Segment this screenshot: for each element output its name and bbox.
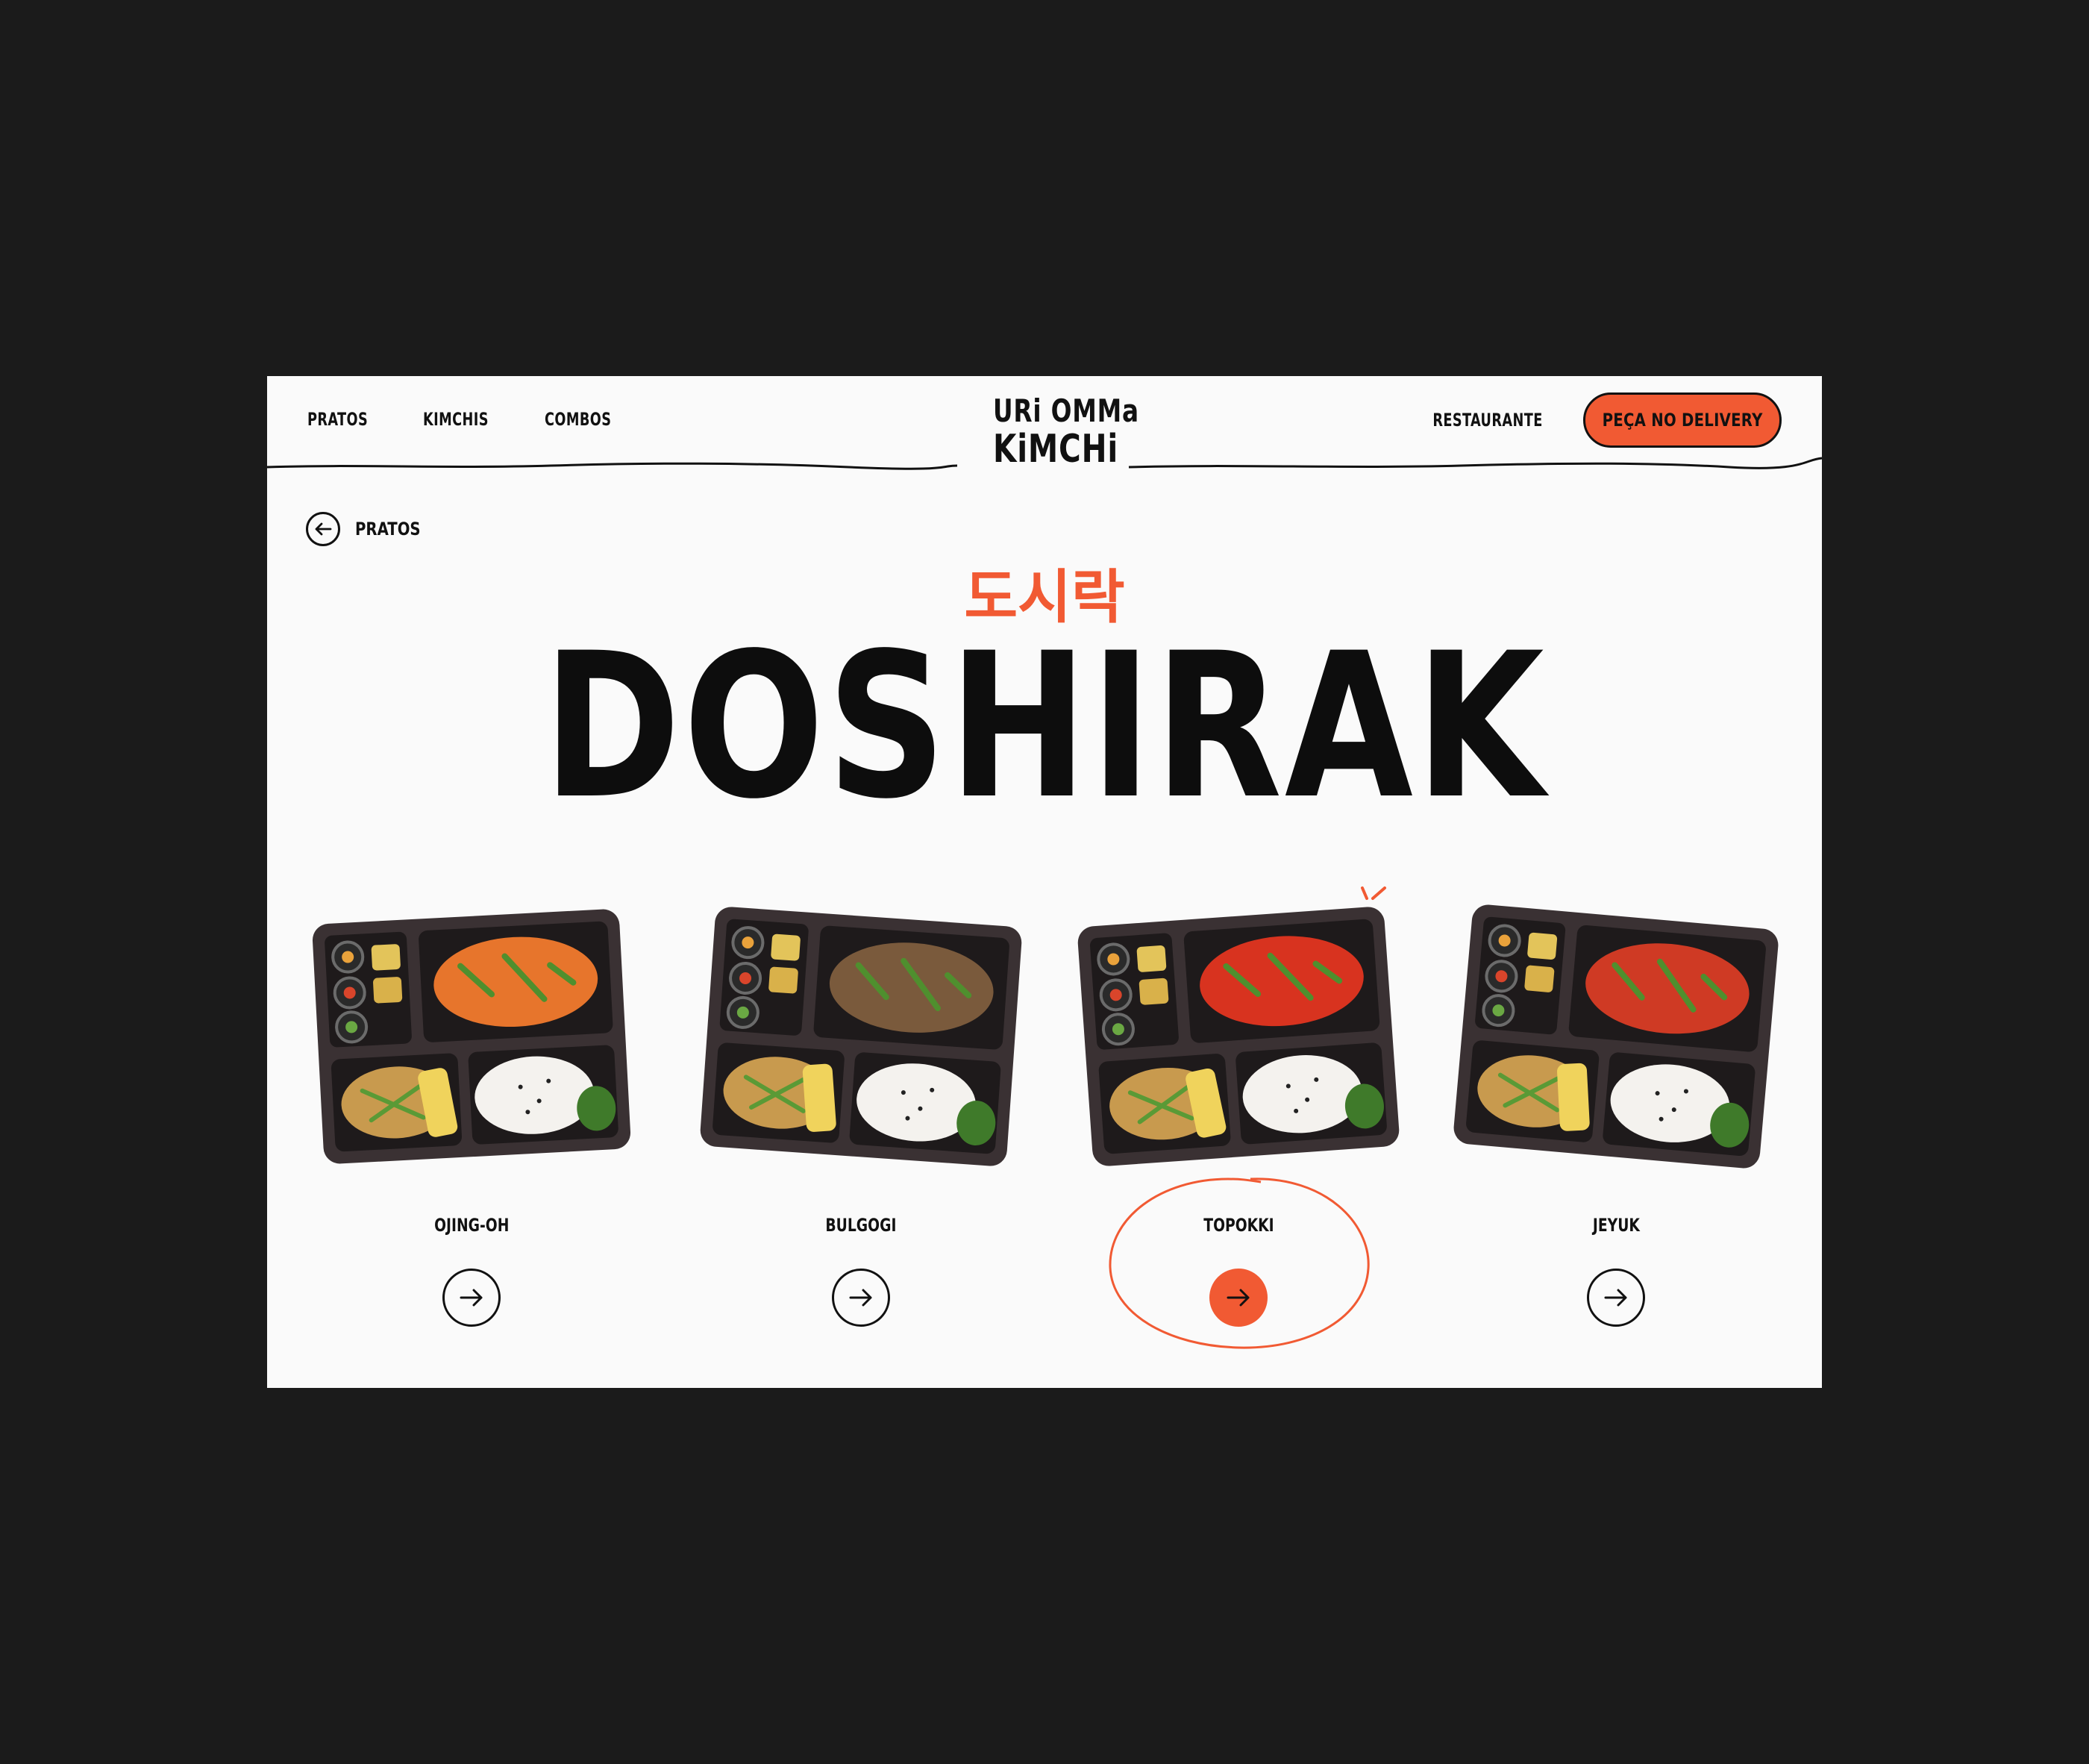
- arrow-right-icon: [849, 1289, 872, 1307]
- secondary-nav: RESTAURANTE PEÇA NO DELIVERY: [1409, 392, 1782, 448]
- product-arrow-button-1[interactable]: [442, 1269, 501, 1327]
- nav-link-pratos[interactable]: PRATOS: [307, 409, 368, 430]
- product-name-text-1: OJING-OH: [433, 1215, 510, 1236]
- bento-box-image-1[interactable]: [307, 898, 636, 1175]
- back-link[interactable]: PRATOS: [306, 512, 435, 546]
- nav-link-restaurante[interactable]: RESTAURANTE: [1433, 410, 1543, 431]
- nav-link-combos[interactable]: COMBOS: [545, 409, 611, 430]
- page-title-text: DOSHIRAK: [542, 610, 1547, 843]
- logo-line-1: URi OMMa: [993, 392, 1139, 429]
- arrow-right-icon: [460, 1289, 483, 1307]
- product-arrow-button-4[interactable]: [1587, 1269, 1645, 1327]
- product-name-3[interactable]: TOPOKKI: [1127, 1215, 1350, 1236]
- highlight-scribble: [1109, 1177, 1370, 1349]
- arrow-left-icon: [306, 512, 340, 546]
- delivery-button-label: PEÇA NO DELIVERY: [1602, 410, 1763, 431]
- arrow-right-icon: [1227, 1289, 1250, 1307]
- header-divider: [267, 457, 1822, 470]
- arrow-right-icon: [1604, 1289, 1627, 1307]
- back-link-label: PRATOS: [355, 519, 421, 539]
- primary-nav: PRATOS KIMCHIS COMBOS: [307, 409, 626, 430]
- product-name-1[interactable]: OJING-OH: [360, 1215, 583, 1236]
- product-name-text-2: BULGOGI: [825, 1215, 897, 1236]
- web-page: PRATOS KIMCHIS COMBOS URi OMMa KiMCHi RE…: [267, 376, 1822, 1388]
- product-name-4[interactable]: JEYUK: [1504, 1215, 1728, 1236]
- product-arrow-button-2[interactable]: [832, 1269, 890, 1327]
- bento-box-image-2[interactable]: [697, 898, 1025, 1175]
- product-name-text-3: TOPOKKI: [1203, 1215, 1274, 1236]
- product-name-text-4: JEYUK: [1592, 1215, 1640, 1236]
- bento-box-image-3[interactable]: [1074, 898, 1403, 1175]
- delivery-button[interactable]: PEÇA NO DELIVERY: [1583, 392, 1782, 448]
- product-name-2[interactable]: BULGOGI: [749, 1215, 973, 1236]
- page-title: DOSHIRAK: [267, 627, 1822, 827]
- bento-box-image-4[interactable]: [1452, 898, 1780, 1175]
- product-arrow-button-3[interactable]: [1209, 1269, 1268, 1327]
- nav-link-kimchis[interactable]: KIMCHIS: [423, 409, 489, 430]
